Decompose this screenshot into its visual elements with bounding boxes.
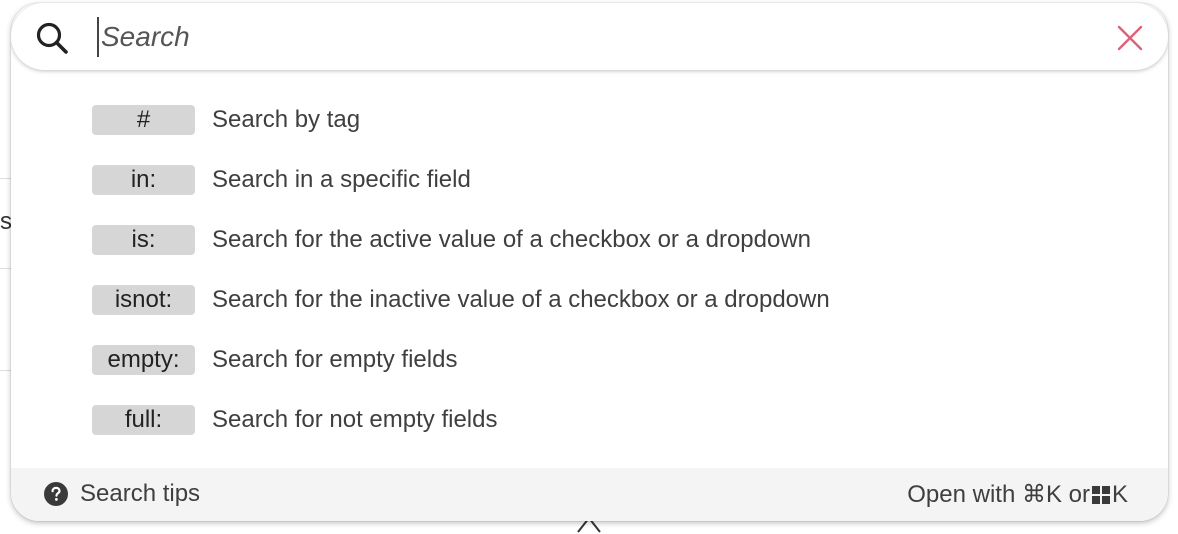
shortcut-hint-suffix: K <box>1111 480 1128 508</box>
search-bar <box>11 3 1168 70</box>
tip-row-isnot[interactable]: isnot: Search for the inactive value of … <box>11 270 1168 330</box>
tip-token: empty: <box>92 345 195 375</box>
close-icon[interactable] <box>1117 25 1143 51</box>
shortcut-hint: Open with ⌘K or K <box>907 480 1128 509</box>
tip-description: Search for the active value of a checkbo… <box>212 226 812 253</box>
tip-description: Search for empty fields <box>212 346 458 373</box>
tip-row-empty[interactable]: empty: Search for empty fields <box>11 330 1168 390</box>
search-input[interactable] <box>97 17 1081 57</box>
tip-row-is[interactable]: is: Search for the active value of a che… <box>11 210 1168 270</box>
shortcut-hint-prefix: Open with ⌘K or <box>907 481 1090 508</box>
search-tips-list: # Search by tag in: Search in a specific… <box>11 90 1168 450</box>
question-circle-icon <box>44 482 68 506</box>
search-icon <box>36 22 68 54</box>
tip-token: isnot: <box>92 285 195 315</box>
tip-token: is: <box>92 225 195 255</box>
tip-row-tag[interactable]: # Search by tag <box>11 90 1168 150</box>
tip-token: full: <box>92 405 195 435</box>
search-footer: Search tips Open with ⌘K or K <box>11 468 1168 521</box>
windows-logo-icon <box>1091 485 1110 504</box>
tip-description: Search in a specific field <box>212 166 471 193</box>
tip-description: Search for not empty fields <box>212 406 498 433</box>
tip-token: in: <box>92 165 195 195</box>
search-tips-link[interactable]: Search tips <box>80 480 200 508</box>
tip-row-in[interactable]: in: Search in a specific field <box>11 150 1168 210</box>
search-dialog: # Search by tag in: Search in a specific… <box>11 3 1168 521</box>
tip-description: Search for the inactive value of a check… <box>212 286 830 313</box>
tip-row-full[interactable]: full: Search for not empty fields <box>11 390 1168 450</box>
tip-token: # <box>92 105 195 135</box>
tip-description: Search by tag <box>212 106 361 133</box>
